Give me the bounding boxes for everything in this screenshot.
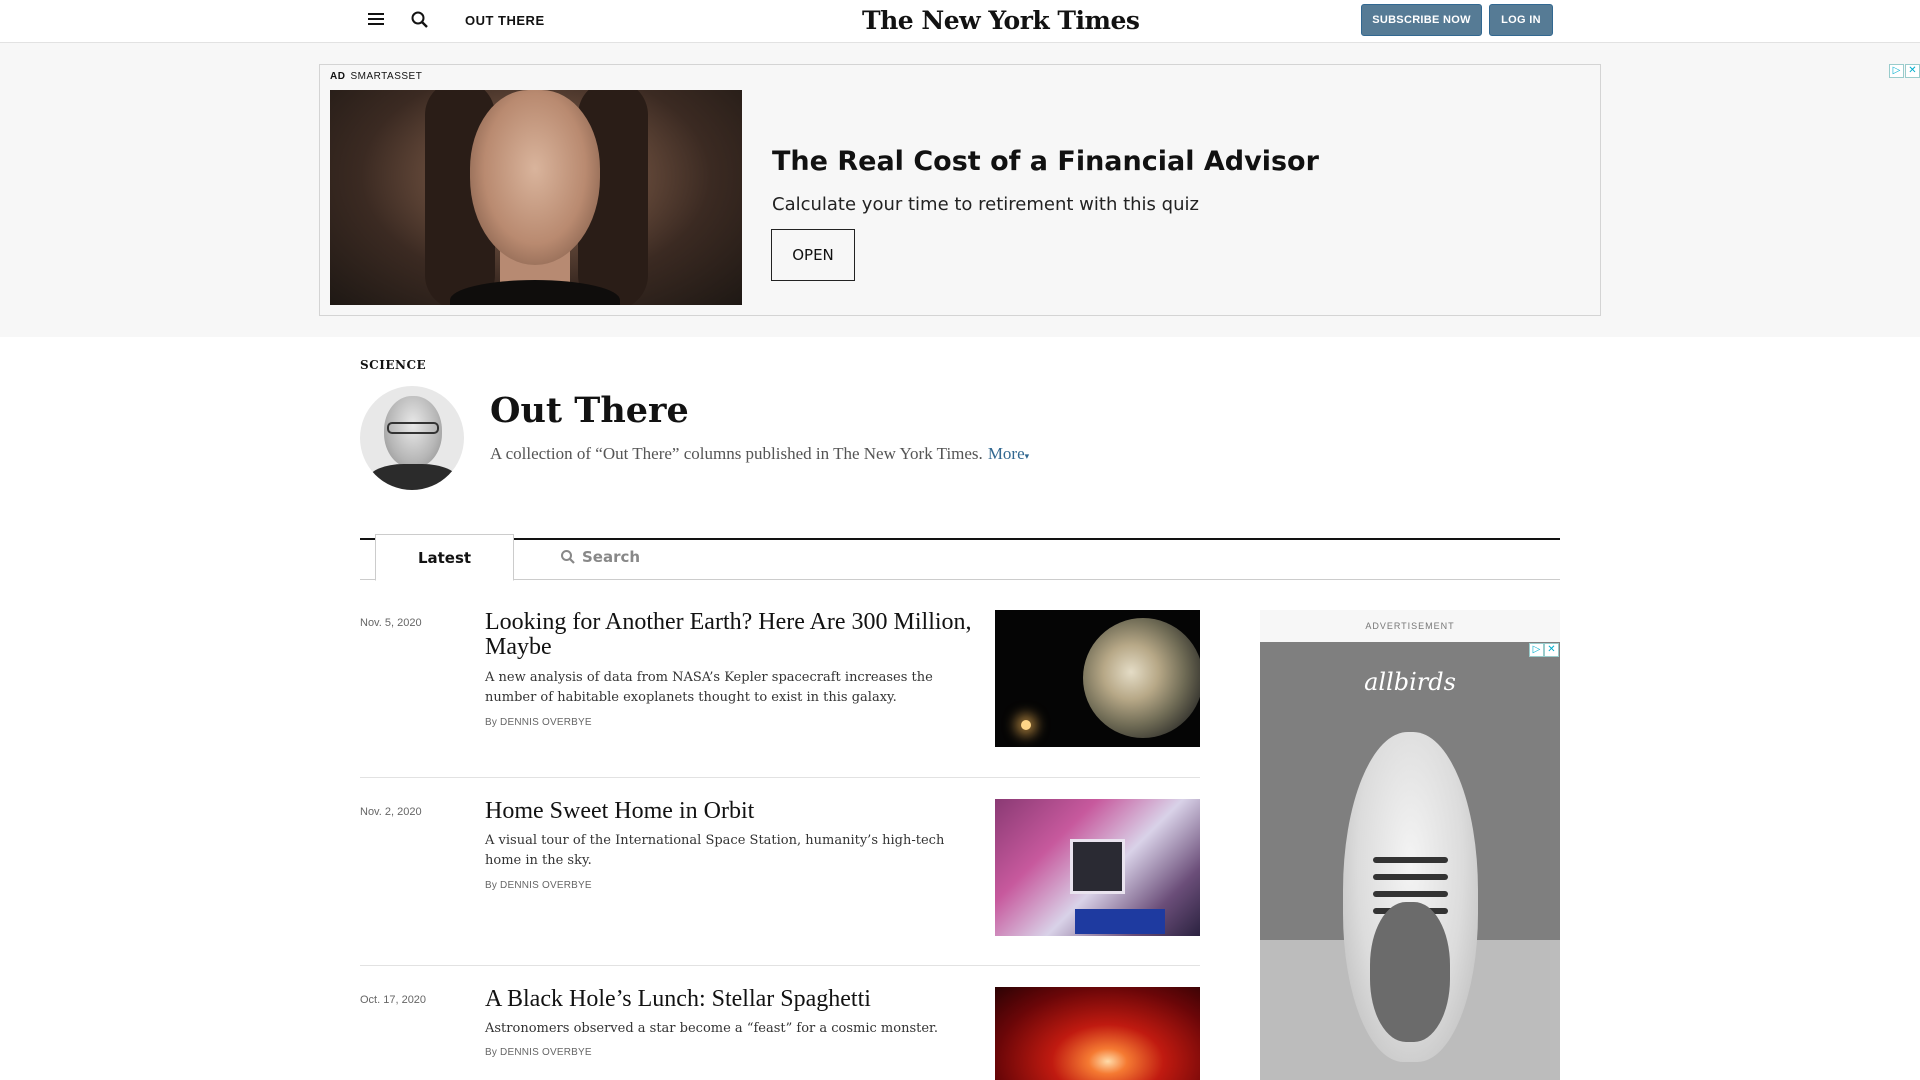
column-description-text: A collection of “Out There” columns publ… [490, 444, 983, 463]
column-description: A collection of “Out There” columns publ… [490, 444, 1029, 464]
menu-icon[interactable] [368, 13, 384, 27]
article-byline: By DENNIS OVERBYE [485, 1047, 592, 1058]
more-link[interactable]: More▾ [988, 444, 1029, 463]
search-input[interactable] [582, 548, 982, 566]
adchoices-icon[interactable]: ▷ [1889, 64, 1904, 78]
advertisement-label: ADVERTISEMENT [1365, 621, 1455, 631]
search-icon[interactable] [410, 10, 430, 30]
ad-advertiser: SMARTASSET [350, 71, 423, 82]
tabs-bottom-rule [360, 579, 1560, 580]
close-icon[interactable]: ✕ [1905, 64, 1920, 78]
shoe-image [1343, 732, 1478, 1062]
article-title[interactable]: Looking for Another Earth? Here Are 300 … [485, 610, 975, 660]
section-kicker[interactable]: SCIENCE [360, 358, 426, 372]
article-byline: By DENNIS OVERBYE [485, 717, 592, 728]
author-avatar [360, 386, 464, 490]
ad-headline[interactable]: The Real Cost of a Financial Advisor [772, 146, 1319, 177]
ad-label: AD SMARTASSET [330, 71, 422, 82]
nyt-logo[interactable]: The New York Times [862, 6, 1140, 35]
search-icon [561, 550, 575, 564]
article-title[interactable]: A Black Hole’s Lunch: Stellar Spaghetti [485, 987, 975, 1012]
ad-open-button[interactable]: OPEN [771, 229, 855, 281]
stream-search[interactable] [560, 548, 982, 566]
page-title: Out There [490, 390, 689, 431]
article-summary: A visual tour of the International Space… [485, 833, 945, 868]
close-icon[interactable]: ✕ [1544, 643, 1559, 657]
ad-photo[interactable] [330, 90, 742, 305]
top-ad[interactable]: AD SMARTASSET The Real Cost of a Financia… [319, 64, 1601, 316]
divider [360, 965, 1200, 966]
login-button[interactable]: LOG IN [1489, 4, 1553, 36]
subscribe-button[interactable]: SUBSCRIBE NOW [1361, 4, 1482, 36]
article-thumbnail[interactable] [995, 987, 1200, 1080]
ad-tag: AD [330, 71, 346, 82]
article-thumbnail[interactable] [995, 799, 1200, 936]
article-title[interactable]: Home Sweet Home in Orbit [485, 799, 975, 824]
side-ad[interactable]: ADVERTISEMENT allbirds ▷ ✕ [1260, 610, 1560, 1080]
article-summary: A new analysis of data from NASA’s Keple… [485, 670, 933, 705]
article-summary: Astronomers observed a star become a “fe… [485, 1021, 938, 1036]
adchoices-icon[interactable]: ▷ [1529, 643, 1544, 657]
side-ad-creative[interactable]: allbirds [1260, 642, 1560, 1080]
article-thumbnail[interactable] [995, 610, 1200, 747]
tabs-top-rule [360, 538, 1560, 540]
section-name-link[interactable]: OUT THERE [465, 13, 545, 28]
chevron-down-icon: ▾ [1024, 451, 1030, 461]
ad-brand: allbirds [1364, 668, 1456, 696]
tab-latest[interactable]: Latest [375, 534, 514, 581]
ad-subhead: Calculate your time to retirement with t… [772, 194, 1199, 215]
article-date: Nov. 2, 2020 [360, 806, 422, 818]
article-date: Oct. 17, 2020 [360, 994, 427, 1006]
top-navigation-bar: OUT THERE The New York Times SUBSCRIBE N… [0, 0, 1920, 43]
article-date: Nov. 5, 2020 [360, 617, 422, 629]
divider [360, 777, 1200, 778]
article-byline: By DENNIS OVERBYE [485, 880, 592, 891]
